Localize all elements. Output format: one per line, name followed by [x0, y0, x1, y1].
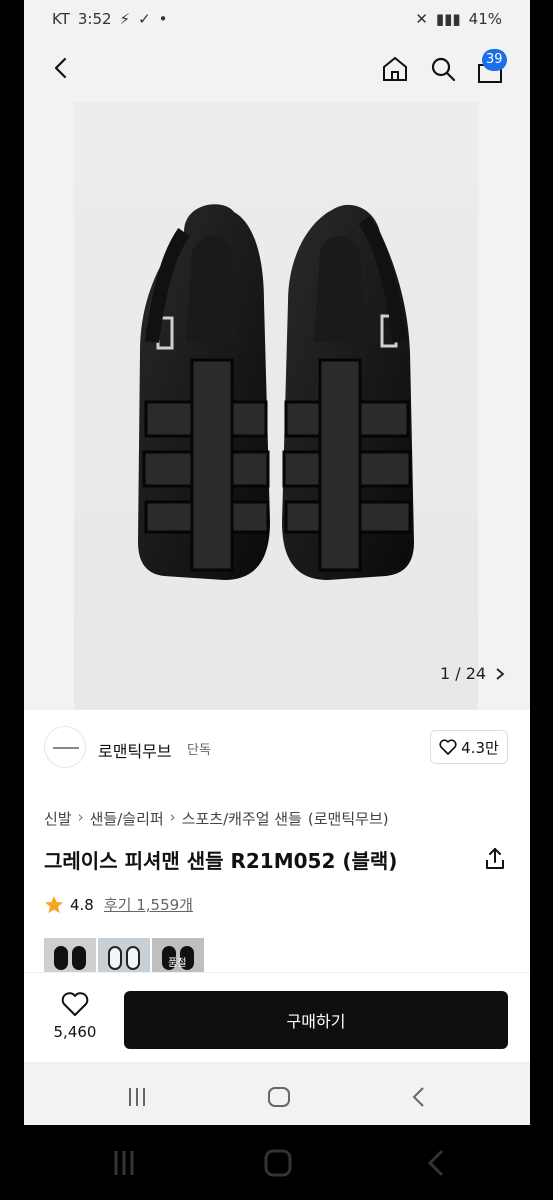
- shoe-shape: [126, 946, 140, 970]
- shoe-shape: [108, 946, 122, 970]
- product-gallery[interactable]: [24, 98, 530, 710]
- clock: 3:52: [77, 10, 112, 28]
- charging-icon: ⚡: [119, 10, 131, 28]
- breadcrumb-item[interactable]: (로맨틱무브): [308, 808, 389, 829]
- mute-icon: ✕: [415, 10, 428, 28]
- gallery-counter[interactable]: 1 / 24: [440, 664, 506, 683]
- brand-name[interactable]: 로맨틱무브: [98, 738, 172, 762]
- shoe-shape: [72, 946, 86, 970]
- outer-nav-ghost: [0, 1125, 553, 1200]
- color-variant-list: 품절: [44, 938, 204, 976]
- sold-out-label: 품절: [168, 958, 187, 969]
- product-image[interactable]: [74, 102, 478, 710]
- status-left: KT 3:52 ⚡ ✓ •: [52, 10, 168, 28]
- variant-thumbnail[interactable]: 품절: [152, 938, 204, 976]
- phone-screen: KT 3:52 ⚡ ✓ • ✕ ▮▮▮ 41% 39 1 / 24 로맨틱무브 …: [24, 0, 530, 1125]
- breadcrumb: 신발 › 샌들/슬리퍼 › 스포츠/캐주얼 샌들 (로맨틱무브): [44, 808, 389, 829]
- sandal-image: [138, 204, 414, 580]
- brand-logo[interactable]: [44, 726, 86, 768]
- buy-button[interactable]: 구매하기: [124, 991, 508, 1049]
- dot-icon: •: [158, 10, 168, 28]
- wishlist-button[interactable]: 5,460: [48, 991, 102, 1041]
- back-button-icon[interactable]: [404, 1082, 434, 1112]
- breadcrumb-item[interactable]: 신발: [44, 808, 72, 829]
- breadcrumb-separator-icon: ›: [77, 808, 84, 826]
- status-bar: KT 3:52 ⚡ ✓ • ✕ ▮▮▮ 41%: [24, 0, 530, 42]
- ghost-nav-icons: [114, 1149, 444, 1177]
- rating-row: 4.8 후기 1,559개: [44, 894, 193, 915]
- chevron-right-icon: [496, 667, 505, 680]
- breadcrumb-item[interactable]: 샌들/슬리퍼: [90, 808, 164, 829]
- star-icon: [45, 895, 63, 913]
- brand-like-button[interactable]: 4.3만: [430, 730, 508, 764]
- exclusive-tag: 단독: [187, 743, 211, 758]
- variant-thumbnail[interactable]: [98, 938, 150, 976]
- carrier-label: KT: [52, 10, 70, 28]
- status-right: ✕ ▮▮▮ 41%: [415, 10, 502, 28]
- cart-count-badge: 39: [482, 49, 507, 71]
- product-title: 그레이스 피셔맨 샌들 R21M052 (블랙): [44, 849, 398, 873]
- variant-thumbnail[interactable]: [44, 938, 96, 976]
- signal-icon: ▮▮▮: [435, 10, 461, 28]
- heart-outline-icon: [439, 739, 457, 755]
- notification-icon: ✓: [138, 10, 151, 28]
- back-arrow-icon[interactable]: [48, 54, 76, 82]
- rating-score: 4.8: [70, 895, 94, 914]
- battery-level: 41%: [468, 10, 502, 28]
- search-icon[interactable]: [428, 54, 458, 84]
- home-button-icon[interactable]: [264, 1082, 294, 1112]
- purchase-bar: 5,460 구매하기: [24, 972, 530, 1062]
- home-icon[interactable]: [380, 54, 410, 84]
- brand-like-count: 4.3만: [461, 738, 499, 757]
- wishlist-count: 5,460: [53, 1023, 97, 1041]
- breadcrumb-item[interactable]: 스포츠/캐주얼 샌들: [182, 808, 302, 829]
- recent-apps-icon[interactable]: [122, 1082, 152, 1112]
- gallery-counter-text: 1 / 24: [440, 664, 487, 683]
- app-header: 39: [24, 42, 530, 98]
- share-icon[interactable]: [482, 846, 508, 872]
- heart-outline-icon: [61, 992, 89, 1016]
- seller-row: 로맨틱무브 단독 4.3만: [24, 710, 530, 790]
- reviews-link[interactable]: 후기 1,559개: [104, 894, 193, 915]
- system-nav-bar: [24, 1062, 530, 1125]
- breadcrumb-separator-icon: ›: [169, 808, 176, 826]
- shoe-shape: [54, 946, 68, 970]
